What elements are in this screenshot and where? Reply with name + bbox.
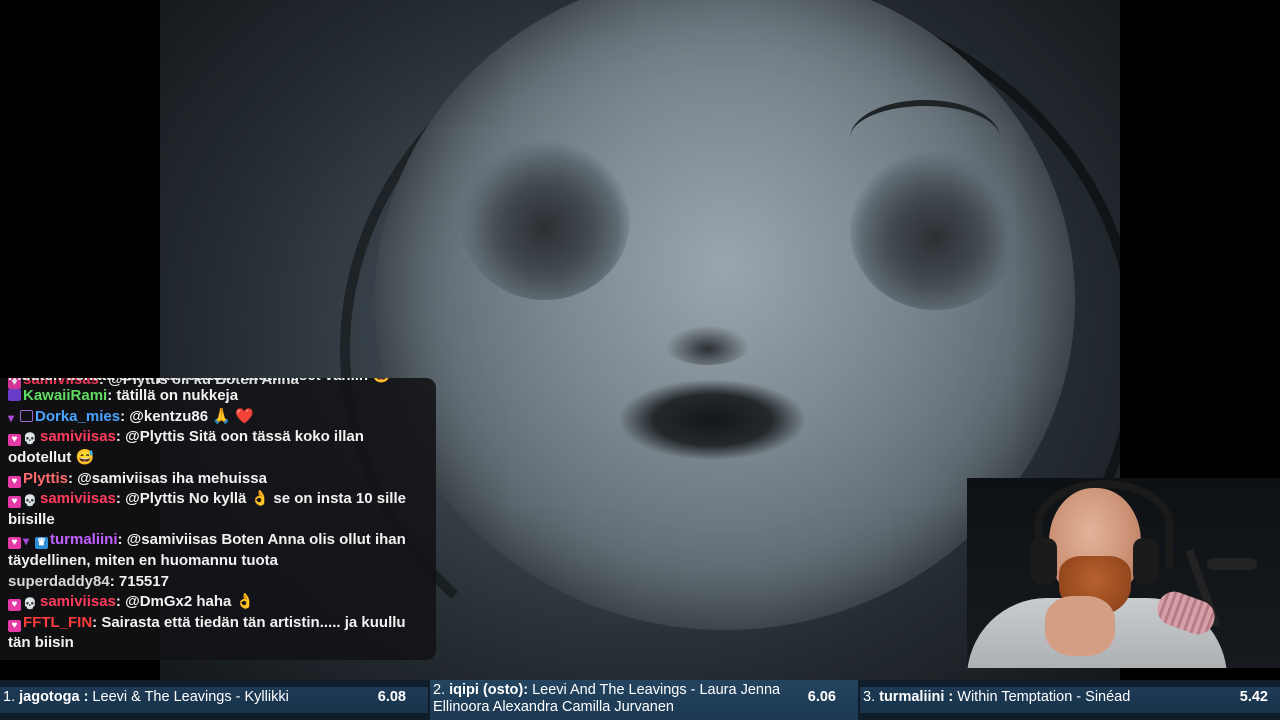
doll-eyebrow bbox=[850, 100, 1000, 176]
chat-message: samiviisas: @Plyttis No kyllä 👌 se on in… bbox=[8, 489, 430, 530]
chat-text: : tätillä on nukkeja bbox=[107, 387, 239, 405]
chat-username: samiviisas bbox=[40, 593, 116, 611]
doll-nose bbox=[665, 325, 750, 365]
ranking-slot-3: 3. turmaliini : Within Temptation - Siné… bbox=[860, 680, 1280, 720]
song-ranking-ticker: 1. jagotoga : Leevi & The Leavings - Kyl… bbox=[0, 680, 1280, 720]
chat-message: samiviisas: @Plyttis Sitä oon tässä koko… bbox=[8, 427, 430, 468]
webcam-overlay bbox=[967, 478, 1280, 668]
ranking-song: Within Temptation - Sinéad bbox=[953, 689, 1131, 705]
chevron-badge-icon bbox=[23, 531, 33, 543]
chat-overlay: samiviisas: @Plyttis oli ku Boten Anna P… bbox=[0, 378, 436, 660]
crown-badge-icon bbox=[35, 537, 48, 550]
mic-arm-joint bbox=[1207, 558, 1257, 570]
chat-text: : @samiviisas iha mehuissa bbox=[68, 469, 267, 487]
chat-message: Dorka_mies: @kentzu86 🙏 ❤️ bbox=[8, 407, 430, 428]
ranking-user: iqipi (osto): bbox=[449, 682, 529, 698]
chat-message: samiviisas: @DmGx2 haha 👌 bbox=[8, 592, 430, 613]
chat-username: turmaliini bbox=[50, 531, 118, 549]
chat-message: turmaliini: @samiviisas Boten Anna olis … bbox=[8, 530, 430, 571]
chat-username: FFTL_FIN bbox=[23, 613, 93, 631]
ranking-score: 5.42 bbox=[1239, 689, 1268, 705]
skull-badge-icon bbox=[23, 594, 38, 606]
subscriber-badge-icon bbox=[8, 496, 21, 509]
streamer-hand bbox=[1045, 596, 1115, 656]
chat-username: KawaiiRami bbox=[23, 387, 108, 405]
ranking-slot-1: 1. jagotoga : Leevi & The Leavings - Kyl… bbox=[0, 680, 428, 720]
headphone-left bbox=[1031, 538, 1057, 584]
ranking-score: 6.08 bbox=[377, 689, 406, 705]
ranking-text: 1. jagotoga : Leevi & The Leavings - Kyl… bbox=[3, 689, 289, 705]
subscriber-badge-icon bbox=[8, 434, 21, 447]
skull-badge-icon bbox=[23, 491, 38, 503]
chat-username: superdaddy84 bbox=[8, 572, 110, 590]
ranking-text: 3. turmaliini : Within Temptation - Siné… bbox=[863, 689, 1131, 705]
subscriber-badge-icon bbox=[8, 619, 21, 632]
headphone-right bbox=[1133, 538, 1159, 584]
chat-username: Dorka_mies bbox=[35, 407, 121, 425]
skull-badge-icon bbox=[23, 429, 38, 441]
subscriber-badge-icon bbox=[8, 537, 21, 550]
chat-text: : 715517 bbox=[109, 572, 169, 590]
chat-message: Plyttis: @samiviisas iha mehuissa bbox=[8, 469, 430, 490]
ranking-score: 6.06 bbox=[807, 689, 836, 705]
subscriber-badge-icon bbox=[8, 599, 21, 612]
chat-username: Plyttis bbox=[23, 469, 69, 487]
doll-lips bbox=[620, 380, 805, 460]
chat-username: samiviisas bbox=[40, 490, 116, 508]
chat-message: superdaddy84: 715517 bbox=[8, 572, 430, 593]
chat-username: samiviisas bbox=[40, 428, 116, 446]
chat-message: DmGx2: @samiviisas tämä, tulee liian kip… bbox=[8, 378, 430, 386]
ranking-text: 2. iqipi (osto): Leevi And The Leavings … bbox=[433, 682, 781, 715]
subscriber-badge-icon bbox=[8, 475, 21, 488]
ranking-user: turmaliini bbox=[879, 689, 945, 705]
ranking-user: jagotoga bbox=[19, 689, 80, 705]
chat-text: : @samiviisas tämä, tulee liian kipeeksi… bbox=[8, 378, 400, 384]
chat-message: KawaiiRami: tätillä on nukkeja bbox=[8, 386, 430, 407]
ranking-song: Leevi & The Leavings - Kyllikki bbox=[88, 689, 289, 705]
ranking-slot-2: 2. iqipi (osto): Leevi And The Leavings … bbox=[430, 680, 858, 720]
chat-text: : @DmGx2 haha 👌 bbox=[115, 593, 255, 611]
prime-badge-icon bbox=[20, 409, 33, 422]
twitch-badge-icon bbox=[8, 389, 21, 402]
chat-message-list: Plyttis: @samiviisas aivan. sekin tulema… bbox=[8, 378, 430, 654]
chat-message: FFTL_FIN: Sairasta että tiedän tän artis… bbox=[8, 613, 430, 654]
doll-left-eye bbox=[460, 140, 630, 300]
chevron-badge-icon bbox=[8, 408, 18, 420]
chat-text: : @kentzu86 🙏 ❤️ bbox=[120, 407, 254, 425]
